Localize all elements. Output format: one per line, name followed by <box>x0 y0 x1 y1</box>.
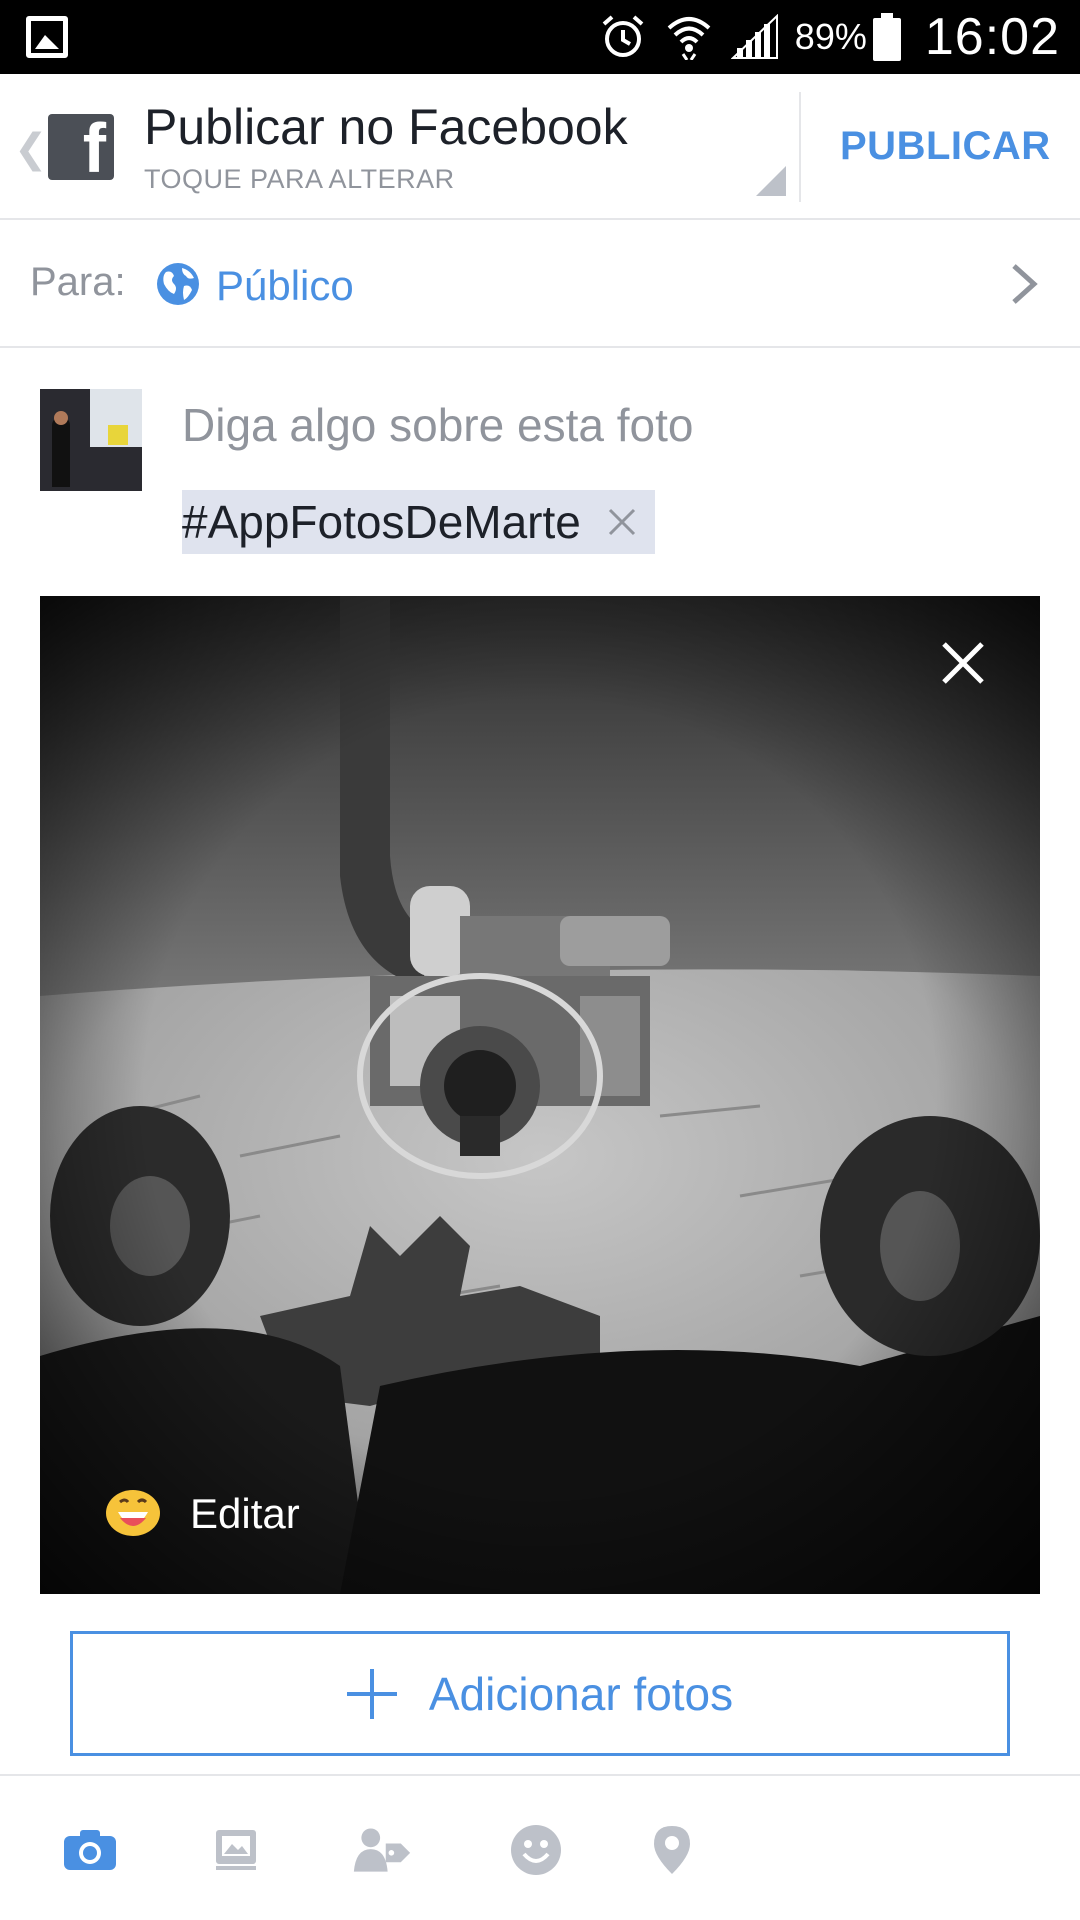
attached-photo[interactable]: Editar <box>40 596 1040 1594</box>
edit-sticker-emoji-icon[interactable] <box>106 1490 160 1536</box>
gallery-icon[interactable] <box>206 1820 266 1880</box>
avatar <box>40 389 142 491</box>
tag-people-icon[interactable] <box>352 1820 412 1880</box>
camera-icon[interactable] <box>60 1820 120 1880</box>
mars-rover-photo <box>40 596 1040 1594</box>
remove-hashtag-icon[interactable] <box>607 507 637 537</box>
facebook-logo-letter: f <box>82 114 106 180</box>
signal-icon <box>729 11 781 63</box>
wifi-icon <box>663 11 715 63</box>
audience-label: Para: <box>30 260 126 304</box>
plus-icon <box>346 1668 397 1719</box>
emoji-icon[interactable] <box>506 1820 566 1880</box>
publish-button[interactable]: PUBLICAR <box>840 124 1051 169</box>
remove-photo-close-icon[interactable] <box>938 638 988 688</box>
page-title[interactable]: Publicar no Facebook <box>144 98 628 156</box>
battery-icon <box>872 13 901 61</box>
location-icon[interactable] <box>642 1820 702 1880</box>
battery-percent: 89% <box>794 16 867 57</box>
status-icons: 89% 16:02 <box>597 0 1080 74</box>
composer-toolbar <box>0 1774 1080 1920</box>
edit-photo-button[interactable]: Editar <box>190 1490 300 1538</box>
post-text-input[interactable]: Diga algo sobre esta foto <box>182 398 693 452</box>
facebook-logo-icon[interactable]: f <box>48 114 114 180</box>
hashtag-text: #AppFotosDeMarte <box>182 496 581 548</box>
chevron-right-icon <box>1012 264 1038 304</box>
hashtag-chip[interactable]: #AppFotosDeMarte <box>182 490 655 554</box>
status-time: 16:02 <box>924 8 1060 66</box>
alarm-icon <box>597 11 649 63</box>
header-divider <box>799 92 801 202</box>
dropdown-corner-icon <box>756 166 786 196</box>
back-chevron-icon[interactable]: ❮ <box>14 126 48 172</box>
audience-selector[interactable]: Para: Público <box>0 220 1080 348</box>
share-header: ❮ f Publicar no Facebook TOQUE PARA ALTE… <box>0 74 1080 220</box>
globe-icon <box>157 263 199 305</box>
gallery-notification-icon <box>26 16 68 58</box>
tap-to-change-hint[interactable]: TOQUE PARA ALTERAR <box>144 164 455 195</box>
add-photos-button[interactable]: Adicionar fotos <box>70 1631 1010 1756</box>
audience-value: Público <box>216 262 354 309</box>
status-bar: 89% 16:02 <box>0 0 1080 74</box>
add-photos-label: Adicionar fotos <box>428 1667 734 1720</box>
